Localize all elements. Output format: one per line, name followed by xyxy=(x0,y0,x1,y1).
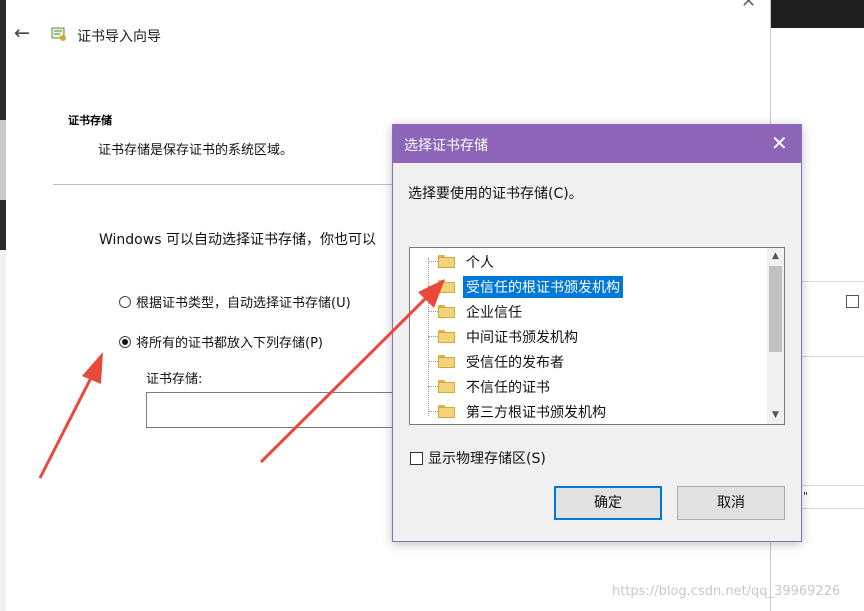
folder-icon xyxy=(438,280,455,293)
scroll-down-icon[interactable]: ▼ xyxy=(767,407,784,424)
tree-item-label: 受信任的发布者 xyxy=(466,355,564,371)
auto-select-description: Windows 可以自动选择证书存储，你也可以 xyxy=(99,232,376,248)
background-title-bar xyxy=(770,0,864,28)
certificate-store-label: 证书存储: xyxy=(146,372,203,387)
tree-item-label: 不信任的证书 xyxy=(466,380,550,396)
scroll-thumb[interactable] xyxy=(769,266,782,352)
certificate-icon xyxy=(51,27,66,41)
folder-icon xyxy=(438,330,455,343)
tree-connector xyxy=(428,258,429,416)
background-box xyxy=(800,281,864,357)
tree-item-label: 个人 xyxy=(466,255,494,271)
radio-auto-select[interactable]: 根据证书类型，自动选择证书存储(U) xyxy=(119,292,351,311)
show-physical-stores[interactable]: 显示物理存储区(S) xyxy=(410,448,546,468)
dialog-title-bar: 选择证书存储 ✕ xyxy=(393,125,801,163)
scroll-up-icon[interactable]: ▲ xyxy=(767,248,784,265)
back-arrow-icon[interactable]: ← xyxy=(14,22,30,44)
certificate-store-tree[interactable]: 个人 受信任的根证书颁发机构 企业信任 中间证书颁发机构 受信任的发布者 不信任… xyxy=(409,247,785,425)
show-physical-label: 显示物理存储区(S) xyxy=(428,451,546,467)
select-certificate-store-dialog: 选择证书存储 ✕ 选择要使用的证书存储(C)。 个人 受信任的根证书颁发机构 企… xyxy=(392,124,802,542)
dialog-title: 选择证书存储 xyxy=(404,138,488,154)
folder-icon xyxy=(438,380,455,393)
ok-button[interactable]: 确定 xyxy=(554,486,662,520)
section-description: 证书存储是保存证书的系统区域。 xyxy=(98,143,294,158)
tree-item-label: 受信任的根证书颁发机构 xyxy=(463,276,623,298)
dialog-prompt: 选择要使用的证书存储(C)。 xyxy=(408,186,583,202)
background-checkbox[interactable] xyxy=(846,295,859,308)
folder-icon xyxy=(438,255,455,268)
section-heading: 证书存储 xyxy=(68,114,112,127)
tree-item-label: 企业信任 xyxy=(466,305,522,321)
background-fragment-text: " xyxy=(803,490,809,503)
cancel-button[interactable]: 取消 xyxy=(677,486,785,520)
folder-icon xyxy=(438,405,455,418)
tree-item-label: 第三方根证书颁发机构 xyxy=(466,405,606,421)
show-physical-checkbox[interactable] xyxy=(410,451,423,465)
radio-auto-label: 根据证书类型，自动选择证书存储(U) xyxy=(136,296,351,311)
folder-icon xyxy=(438,355,455,368)
tree-scrollbar[interactable]: ▲ ▼ xyxy=(767,248,784,424)
wizard-title: 证书导入向导 xyxy=(77,29,161,45)
certificate-store-field[interactable] xyxy=(146,392,396,428)
tree-item-label: 中间证书颁发机构 xyxy=(466,330,578,346)
radio-button-manual[interactable] xyxy=(119,335,131,348)
watermark: https://blog.csdn.net/qq_39969226 xyxy=(612,584,841,599)
radio-button-auto[interactable] xyxy=(119,295,131,308)
radio-manual-store[interactable]: 将所有的证书都放入下列存储(P) xyxy=(119,332,323,351)
background-field: " xyxy=(800,485,864,509)
close-icon[interactable]: ✕ xyxy=(771,131,788,155)
folder-icon xyxy=(438,305,455,318)
close-icon[interactable]: ✕ xyxy=(741,0,756,12)
radio-manual-label: 将所有的证书都放入下列存储(P) xyxy=(136,336,323,351)
